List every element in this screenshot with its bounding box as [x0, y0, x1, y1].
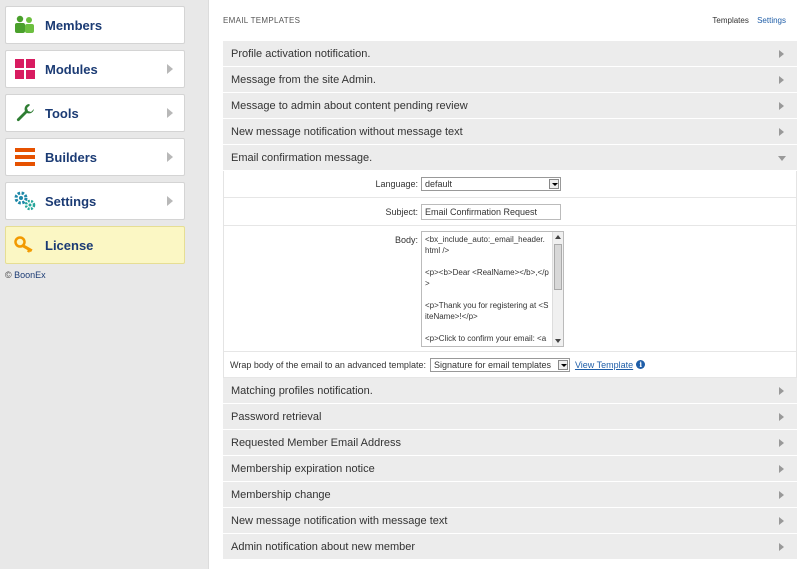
chevron-right-icon [779, 413, 784, 421]
dropdown-arrow-icon [549, 179, 559, 189]
chevron-right-icon [779, 517, 784, 525]
boonex-link[interactable]: BoonEx [14, 270, 46, 280]
template-row[interactable]: Requested Member Email Address [223, 430, 797, 456]
template-row[interactable]: Password retrieval [223, 404, 797, 430]
chevron-down-icon [778, 156, 786, 161]
template-title: Message to admin about content pending r… [231, 99, 468, 112]
sidebar-item-label: Settings [45, 193, 97, 209]
members-icon [14, 14, 36, 36]
template-row-expanded[interactable]: Email confirmation message. [223, 145, 797, 171]
dropdown-arrow-icon [557, 359, 568, 370]
language-row: Language: default [224, 171, 796, 198]
sidebar-item-license[interactable]: License [5, 226, 185, 264]
sidebar-item-label: Members [45, 17, 103, 33]
body-line: <p>Thank you for registering at <SiteNam… [425, 301, 549, 321]
chevron-right-icon [167, 196, 173, 206]
page-title: EMAIL TEMPLATES [223, 16, 301, 25]
modules-icon [14, 58, 36, 80]
sidebar-item-settings[interactable]: Settings [5, 182, 185, 220]
wrap-label: Wrap body of the email to an advanced te… [230, 359, 426, 370]
view-template-link[interactable]: View Template [575, 360, 633, 370]
template-title: Password retrieval [231, 410, 322, 423]
chevron-right-icon [779, 102, 784, 110]
header-links: Templates Settings [712, 16, 786, 25]
info-icon[interactable]: i [636, 360, 646, 369]
template-row[interactable]: Message to admin about content pending r… [223, 93, 797, 119]
sidebar: Members Modules Tools Builders Settings … [0, 0, 200, 569]
template-title: Requested Member Email Address [231, 436, 401, 449]
chevron-right-icon [779, 491, 784, 499]
language-select[interactable]: default [421, 177, 561, 191]
template-title: Matching profiles notification. [231, 384, 373, 397]
wrap-template-value: Signature for email templates [433, 359, 552, 370]
sidebar-item-label: Tools [45, 105, 79, 121]
template-row[interactable]: Admin notification about new member [223, 534, 797, 560]
builders-icon [14, 146, 36, 168]
chevron-right-icon [779, 543, 784, 551]
body-line: <p>Click to confirm your email: <a href=… [425, 334, 547, 346]
sidebar-item-builders[interactable]: Builders [5, 138, 185, 176]
language-value: default [425, 179, 453, 189]
subject-row: Subject: Email Confirmation Request [224, 198, 796, 226]
template-title: Membership change [231, 488, 331, 501]
sidebar-item-members[interactable]: Members [5, 6, 185, 44]
template-title: Email confirmation message. [231, 151, 373, 164]
chevron-right-icon [779, 76, 784, 84]
scroll-thumb[interactable] [554, 244, 562, 290]
template-title: Profile activation notification. [231, 47, 371, 60]
sidebar-item-tools[interactable]: Tools [5, 94, 185, 132]
body-line: <p><b>Dear <RealName></b>,</p> [425, 268, 549, 288]
main-panel: EMAIL TEMPLATES Templates Settings Profi… [208, 0, 800, 569]
scroll-down-icon[interactable] [555, 339, 561, 343]
chevron-right-icon [779, 50, 784, 58]
template-title: New message notification without message… [231, 125, 463, 138]
template-list: Profile activation notification. Message… [223, 41, 797, 560]
body-line: <bx_include_auto:_email_header.html /> [425, 235, 545, 255]
template-row[interactable]: Message from the site Admin. [223, 67, 797, 93]
template-row[interactable]: Membership expiration notice [223, 456, 797, 482]
textarea-scrollbar[interactable] [552, 232, 563, 346]
templates-link[interactable]: Templates [712, 16, 748, 25]
key-icon [14, 234, 36, 256]
chevron-right-icon [779, 439, 784, 447]
wrap-template-row: Wrap body of the email to an advanced te… [224, 352, 796, 378]
template-row[interactable]: New message notification without message… [223, 119, 797, 145]
template-row[interactable]: Matching profiles notification. [223, 378, 797, 404]
sidebar-item-modules[interactable]: Modules [5, 50, 185, 88]
chevron-right-icon [167, 108, 173, 118]
copyright: © BoonEx [5, 270, 46, 280]
scroll-up-icon[interactable] [555, 235, 561, 239]
template-title: New message notification with message te… [231, 514, 448, 527]
body-row: Body: <bx_include_auto:_email_header.htm… [224, 226, 796, 352]
sidebar-item-label: Builders [45, 149, 98, 165]
subject-input[interactable]: Email Confirmation Request [421, 203, 561, 220]
copyright-symbol: © [5, 270, 12, 280]
tools-icon [14, 102, 36, 124]
chevron-right-icon [167, 64, 173, 74]
template-title: Message from the site Admin. [231, 73, 376, 86]
settings-link[interactable]: Settings [757, 16, 786, 25]
template-title: Membership expiration notice [231, 462, 375, 475]
language-label: Language: [375, 179, 418, 189]
template-row[interactable]: New message notification with message te… [223, 508, 797, 534]
body-label: Body: [394, 235, 418, 245]
chevron-right-icon [779, 387, 784, 395]
template-row[interactable]: Membership change [223, 482, 797, 508]
subject-label: Subject: [385, 206, 418, 217]
template-row[interactable]: Profile activation notification. [223, 41, 797, 67]
body-textarea[interactable]: <bx_include_auto:_email_header.html /> <… [421, 231, 564, 347]
settings-icon [14, 190, 36, 212]
template-title: Admin notification about new member [231, 540, 416, 553]
chevron-right-icon [167, 152, 173, 162]
wrap-template-select[interactable]: Signature for email templates [429, 357, 570, 372]
chevron-right-icon [779, 128, 784, 136]
template-edit-form: Language: default Subject: Email Confirm… [223, 171, 797, 378]
sidebar-item-label: Modules [45, 61, 98, 77]
chevron-right-icon [779, 465, 784, 473]
sidebar-item-label: License [45, 237, 94, 253]
